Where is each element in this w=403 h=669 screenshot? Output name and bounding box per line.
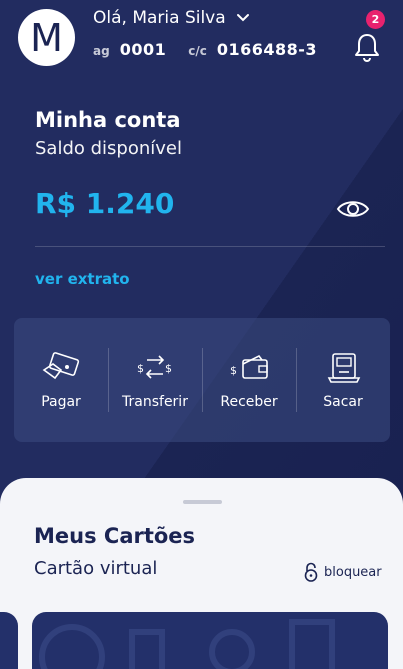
cards-sheet: Meus Cartões Cartão virtual bloquear	[0, 478, 403, 669]
avatar[interactable]: M	[18, 9, 75, 66]
lock-icon	[304, 562, 318, 582]
quick-actions: Pagar $ $ Transferir $ Receber Sacar	[14, 318, 390, 442]
account-value: 0166488-3	[216, 40, 318, 59]
previous-card[interactable]	[0, 612, 18, 669]
account-label: c/c	[188, 44, 207, 58]
chevron-down-icon	[236, 14, 249, 22]
cards-title: Meus Cartões	[34, 524, 196, 548]
sheet-handle[interactable]	[183, 500, 222, 504]
statement-link[interactable]: ver extrato	[35, 270, 130, 288]
transfer-icon: $ $	[137, 355, 172, 379]
header: M Olá, Maria Silva ag 0001 c/c 0166488-3…	[0, 0, 403, 78]
divider	[35, 246, 385, 247]
transfer-button[interactable]: $ $ Transferir	[108, 318, 202, 442]
svg-text:$: $	[165, 362, 172, 375]
agency-label: ag	[93, 44, 110, 58]
receive-button[interactable]: $ Receber	[202, 318, 296, 442]
withdraw-label: Sacar	[323, 394, 363, 410]
withdraw-icon	[327, 353, 361, 383]
greeting-dropdown[interactable]: Olá, Maria Silva	[93, 8, 250, 28]
balance-value: R$ 1.240	[35, 187, 175, 220]
virtual-card[interactable]	[32, 612, 388, 669]
bell-icon[interactable]	[350, 30, 384, 64]
receive-label: Receber	[220, 394, 278, 410]
eye-icon[interactable]	[336, 198, 370, 220]
account-section: Minha conta Saldo disponível	[35, 108, 385, 159]
account-title: Minha conta	[35, 108, 181, 132]
agency-value: 0001	[119, 40, 167, 59]
notification-badge: 2	[366, 10, 385, 29]
card-pattern	[39, 619, 335, 669]
account-info: ag 0001 c/c 0166488-3	[93, 40, 339, 59]
pay-icon	[42, 352, 80, 380]
greeting-text: Olá, Maria Silva	[93, 8, 226, 28]
pay-button[interactable]: Pagar	[14, 318, 108, 442]
lock-card-button[interactable]: bloquear	[303, 562, 382, 582]
transfer-label: Transferir	[122, 394, 188, 410]
balance-label: Saldo disponível	[35, 138, 182, 159]
svg-text:$: $	[137, 362, 144, 375]
lock-label: bloquear	[324, 564, 382, 580]
withdraw-button[interactable]: Sacar	[296, 318, 390, 442]
receive-icon: $	[230, 354, 268, 379]
pay-label: Pagar	[41, 394, 81, 410]
svg-text:$: $	[230, 364, 237, 377]
cards-subtitle: Cartão virtual	[34, 558, 158, 579]
